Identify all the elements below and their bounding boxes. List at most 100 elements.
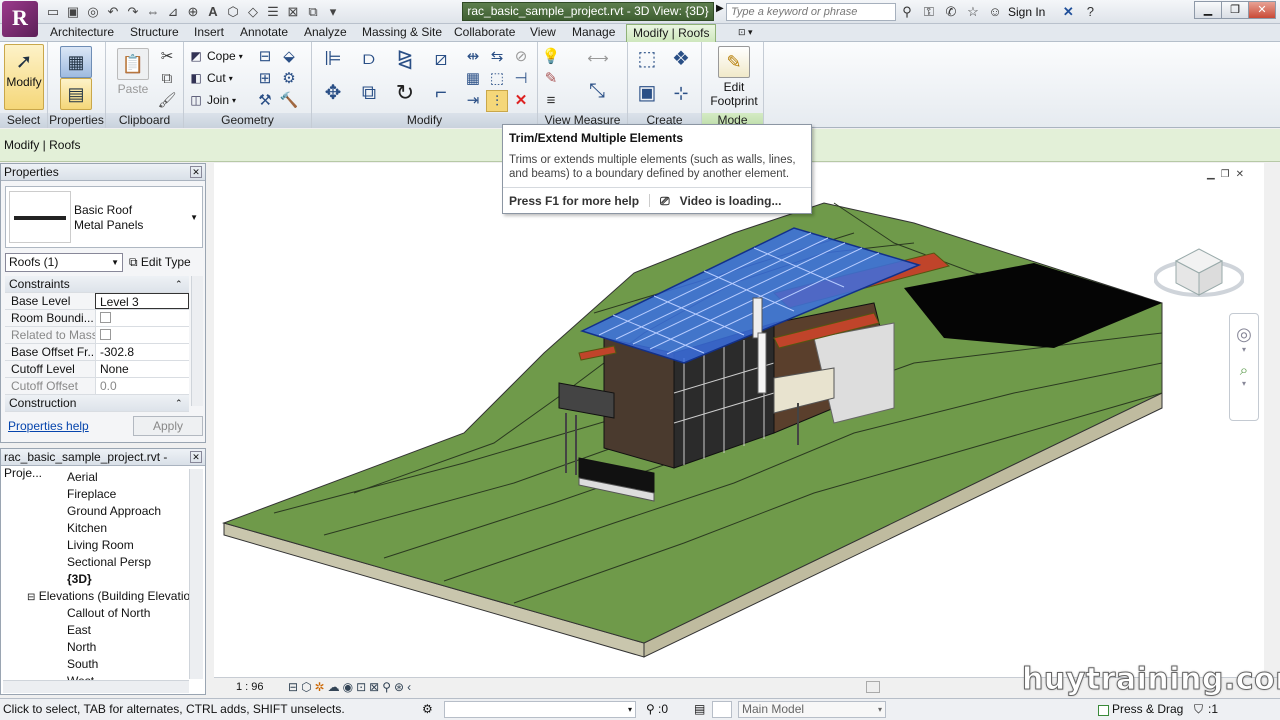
dimension-icon[interactable]: ⊿ [164,3,182,21]
pin-icon[interactable]: ⊣ [510,68,532,90]
text-icon[interactable]: A [204,3,222,21]
section-icon[interactable]: ◇ [244,3,262,21]
override-graphics-icon[interactable]: ✎ [540,68,562,90]
favorites-star-icon[interactable]: ☆ [964,3,982,21]
property-row[interactable]: Base Offset Fr... -302.8 [5,344,189,361]
unpin-icon[interactable]: ⊘ [510,46,532,68]
minimize-icon[interactable]: ▁ [1194,1,1222,19]
filter-icon[interactable]: ⛉ [1194,699,1203,720]
copy-icon[interactable]: ⧉ [156,68,178,90]
cope-button[interactable]: ◩ Cope ▾ [188,47,242,65]
undo-icon[interactable]: ↶ [104,3,122,21]
help-icon[interactable]: ? [1081,3,1099,21]
properties-help-link[interactable]: Properties help [8,419,89,433]
group-constraints[interactable]: Constraints ⌃ [5,276,189,293]
list-item[interactable]: North [1,639,191,656]
property-row[interactable]: Room Boundi... [5,310,189,327]
panel-label-geometry[interactable]: Geometry [184,113,311,128]
close-icon[interactable]: ✕ [190,166,202,178]
trim-extend-corner-icon[interactable]: ⌐ [426,82,456,112]
tab-manage[interactable]: Manage [566,24,621,42]
tab-collaborate[interactable]: Collaborate [448,24,521,42]
design-option-field[interactable] [712,701,732,718]
tab-massing-site[interactable]: Massing & Site [356,24,448,42]
trim-extend-multiple-icon[interactable]: ⫶ [486,90,508,112]
close-icon[interactable]: ✕ [1248,1,1276,19]
list-item[interactable]: Fireplace [1,486,191,503]
model-3d-render[interactable] [214,163,1264,677]
search-input[interactable]: Type a keyword or phrase [726,3,896,21]
apply-button[interactable]: Apply [133,416,203,436]
3d-view-canvas[interactable]: ▁ ❐ ✕ ◎ ▾ ⌕ ▾ [214,163,1264,677]
rotate-icon[interactable]: ↻ [390,82,420,112]
delete-icon[interactable]: ✕ [510,90,532,112]
demolish-hammer-icon[interactable]: ⚒ [254,90,276,112]
match-type-icon[interactable]: 🖌 [156,90,178,112]
sign-in-link[interactable]: Sign In [1008,5,1045,19]
rendering-icon[interactable]: ◉ [343,678,353,697]
press-drag-toggle[interactable]: Press & Drag [1098,699,1183,720]
detail-level-icon[interactable]: ⊟ [288,678,298,697]
chevron-down-icon[interactable]: ▾ [1230,345,1258,354]
default-3d-view-icon[interactable]: ⬡ [224,3,242,21]
close-hidden-windows-icon[interactable]: ⊠ [284,3,302,21]
cut-button[interactable]: ◧ Cut ▾ [188,69,232,87]
create-assembly-icon[interactable]: ⬚ [632,48,662,78]
close-icon[interactable]: ✕ [190,451,202,463]
steering-wheel-icon[interactable]: ◎ [1230,324,1258,345]
edit-footprint-button[interactable]: ✎ Edit Footprint [708,46,760,108]
split-face-icon[interactable]: ⊟ [254,46,276,68]
base-offset-field[interactable]: -302.8 [95,344,189,360]
application-menu-button[interactable]: R [2,1,38,37]
chevron-down-icon[interactable]: ▾ [1230,379,1258,388]
binoculars-icon[interactable]: ⚲ [898,3,916,21]
cut-scissors-icon[interactable]: ✂ [156,46,178,68]
active-model-dropdown[interactable]: Main Model ▾ [738,701,886,718]
collapse-icon[interactable]: ⊟ [27,592,35,603]
property-row[interactable]: Base Level Level 3 [5,293,189,310]
analytical-model-icon[interactable]: ‹ [407,678,411,697]
trim-extend-single-icon[interactable]: ⇥ [462,90,484,112]
hide-lightbulb-icon[interactable]: 💡 [540,46,562,68]
list-item[interactable]: Aerial [1,469,191,486]
tab-architecture[interactable]: Architecture [44,24,120,42]
switch-windows-icon[interactable]: ⧉ [304,3,322,21]
tab-view[interactable]: View [524,24,562,42]
beam-join-icon[interactable]: ⚙ [278,68,300,90]
split-with-gap-icon[interactable]: ⇆ [486,46,508,68]
properties-toggle-button[interactable]: ▤ [60,78,92,112]
thin-lines-icon[interactable]: ☰ [264,3,282,21]
tab-analyze[interactable]: Analyze [298,24,353,42]
crop-view-icon[interactable]: ⊡ [356,678,366,697]
linework-icon[interactable]: ≡ [540,90,562,112]
open-icon[interactable]: ▭ [44,3,62,21]
split-element-icon[interactable]: ⇹ [462,46,484,68]
tab-insert[interactable]: Insert [188,24,230,42]
create-similar-icon[interactable]: ⊹ [666,82,696,112]
lock-3d-view-icon[interactable]: ⊠ [369,678,379,697]
redo-icon[interactable]: ↷ [124,3,142,21]
paste-button[interactable]: 📋 Paste [116,48,150,96]
panel-label-select[interactable]: Select [0,113,47,128]
move-icon[interactable]: ✥ [318,82,348,112]
list-item-active-view[interactable]: {3D} [1,571,191,588]
list-item[interactable]: Sectional Persp [1,554,191,571]
type-properties-button[interactable]: ▦ [60,46,92,80]
restore-icon[interactable]: ❐ [1221,1,1249,19]
sync-icon[interactable]: ◎ [84,3,102,21]
room-bounding-checkbox[interactable] [100,312,111,323]
wall-joins-icon[interactable]: ⊞ [254,68,276,90]
measure-icon[interactable]: ⇔ [144,3,162,21]
mirror-pick-axis-icon[interactable]: ⧎ [390,48,420,78]
offset-icon[interactable]: ⫐ [354,48,384,78]
array-icon[interactable]: ▦ [462,68,484,90]
instance-filter-dropdown[interactable]: Roofs (1) ▼ [5,253,123,272]
panel-label-properties[interactable]: Properties [48,113,105,128]
subscription-icon[interactable]: ⚿ [920,3,938,21]
browser-vertical-scrollbar[interactable] [189,469,203,679]
qat-dropdown-icon[interactable]: ▾ [324,3,342,21]
infocenter-expand-icon[interactable]: ▶ [716,3,724,14]
list-item[interactable]: Callout of North [1,605,191,622]
temporary-hide-icon[interactable]: ⚲ [382,678,391,697]
viewcube[interactable] [1153,233,1245,303]
